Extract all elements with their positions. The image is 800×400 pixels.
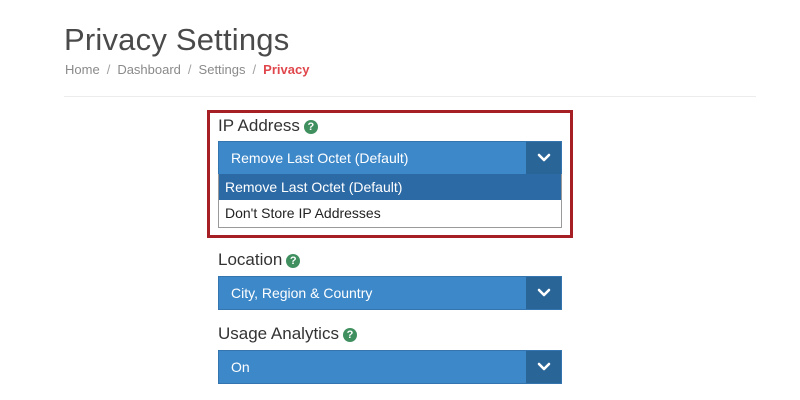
ip-address-select[interactable]: Remove Last Octet (Default) (218, 141, 562, 175)
breadcrumb-home[interactable]: Home (65, 62, 100, 77)
breadcrumb-current: Privacy (263, 62, 310, 77)
location-label-text: Location (218, 250, 283, 269)
dropdown-option-dont-store-ip[interactable]: Don't Store IP Addresses (219, 200, 561, 226)
chevron-down-icon[interactable] (526, 351, 561, 383)
chevron-down-icon[interactable] (526, 142, 561, 174)
breadcrumb-separator: / (252, 62, 257, 77)
ip-address-select-value: Remove Last Octet (Default) (231, 150, 409, 166)
dropdown-option-remove-last-octet[interactable]: Remove Last Octet (Default) (219, 174, 561, 200)
ip-address-label-text: IP Address (218, 116, 300, 135)
question-circle-icon[interactable]: ? (303, 120, 318, 134)
usage-analytics-select[interactable]: On (218, 350, 562, 384)
breadcrumb: Home / Dashboard / Settings / Privacy (65, 62, 309, 78)
usage-analytics-label-text: Usage Analytics (218, 324, 339, 343)
question-circle-icon[interactable]: ? (286, 254, 301, 268)
ip-address-dropdown-list: Remove Last Octet (Default) Don't Store … (218, 174, 562, 228)
location-select[interactable]: City, Region & Country (218, 276, 562, 310)
usage-analytics-select-value: On (231, 359, 250, 375)
question-circle-icon[interactable]: ? (342, 328, 357, 342)
privacy-settings-page: Privacy Settings Home / Dashboard / Settings… (0, 0, 800, 400)
ip-address-label: IP Address? (218, 116, 318, 136)
breadcrumb-dashboard[interactable]: Dashboard (117, 62, 181, 77)
usage-analytics-label: Usage Analytics? (218, 324, 357, 344)
location-label: Location? (218, 250, 301, 270)
breadcrumb-settings[interactable]: Settings (199, 62, 246, 77)
page-title: Privacy Settings (64, 22, 290, 57)
header-divider (64, 96, 756, 97)
chevron-down-icon[interactable] (526, 277, 561, 309)
location-select-value: City, Region & Country (231, 285, 373, 301)
breadcrumb-separator: / (187, 62, 192, 77)
breadcrumb-separator: / (106, 62, 111, 77)
